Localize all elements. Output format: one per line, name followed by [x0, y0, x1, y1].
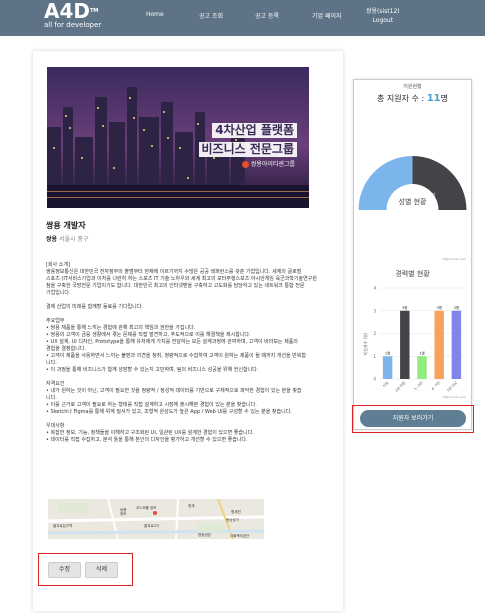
job-description: [회사 소개] 쌍용정보통신은 대한민국 전자정부의 출범부터 현재에 이르기까… — [46, 262, 334, 444]
y-axis-label: 지원자수 (명) — [362, 332, 368, 355]
y-tick-label: 1 — [373, 354, 376, 359]
intro-closing: 결제 산업의 미래를 함께할 동료를 기다립니다. — [46, 304, 143, 310]
edit-button[interactable]: 수정 — [48, 562, 81, 578]
career-bar[interactable] — [451, 310, 462, 379]
map-label: 동승상가 — [226, 517, 240, 522]
gender-label-female: 여자 — [428, 191, 436, 197]
total-prefix: 총 지원자 수 : — [377, 94, 427, 103]
intro-line: 쌍용정보통신은 대한민국 전자정부의 출범부터 현재에 이르기까지 수많은 공공… — [46, 269, 302, 275]
map-label: 을지로3가 — [144, 523, 160, 528]
logo-tagline: all for developer — [44, 21, 102, 29]
career-bar[interactable] — [400, 310, 410, 379]
hero-brand-text: 쌍용아이티센그룹 — [250, 161, 295, 168]
qual-item: • Sketch나 Figma를 통해 위계 질서가 있고, 조형적 완성도가 … — [46, 409, 292, 415]
duty-item: 니다. — [46, 360, 57, 366]
hero-line2: 비즈니스 전문그룹 — [198, 142, 297, 157]
duty-item: • 고객이 제품을 사용하면서 느끼는 불편과 의견을 청취, 정량적으로 수집… — [46, 353, 306, 359]
career-bar[interactable] — [417, 356, 427, 379]
user-name: 쌍용(sist12) — [366, 8, 400, 15]
duty-item: • 쌍용 제품을 통해 느끼는 경험에 관해 최고의 책임과 권한을 가집니다. — [46, 325, 196, 331]
map-graphic: 쌍용 정보 코스모폴 정보 을지로3가 을지로입구역 청계 청계천 동승상가 명… — [48, 499, 264, 539]
nav-company-page[interactable]: 기업 페이지 — [312, 11, 342, 20]
hero-line1: 4차산업 플랫폼 — [212, 123, 297, 138]
duty-item: • 쌍용의 고객이 금융 생활에서 겪는 문제를 직접 발견하고, 주도적으로 … — [46, 332, 251, 338]
x-tick-label: 신입 — [381, 380, 389, 388]
bar-value-label: 1명 — [419, 350, 424, 355]
logo-text: A4D — [44, 0, 90, 23]
total-count: 11 — [426, 93, 441, 104]
stats-label: 지원현황 — [403, 84, 422, 90]
map-label: 청계 — [188, 503, 194, 508]
map-label: 청계천 — [231, 509, 241, 514]
intro-line: 스포츠 (IT서비스기업과 이처를 나란히 하는 스포츠 IT 기술 노하우와 … — [46, 276, 317, 282]
company-location: 서울시 중구 — [58, 236, 89, 243]
qual-item: 니다. — [46, 395, 57, 401]
qual-item: • 이를 근거로 고객이 필요로 하는 형태를 직접 설계하고 시장에 출시해본… — [46, 402, 257, 408]
pref-item: • 데이터를 직접 수집하고, 분석 툴을 통해 본인의 디자인을 평가하고 개… — [46, 437, 248, 443]
duty-item: • UX 설계, UI 디자인, Prototype을 통해 유저에게 가치를 … — [46, 339, 298, 345]
job-title: 쌍용 개발자 — [46, 221, 86, 230]
map-label: 을지로입구역 — [53, 523, 72, 528]
view-applicants-button[interactable]: 지원자 보러가기 — [360, 410, 466, 427]
user-box: 쌍용(sist12) Logout — [366, 7, 400, 25]
site-logo[interactable]: A4DTM all for developer — [44, 0, 101, 29]
nav-job-search[interactable]: 공고 조회 — [199, 11, 223, 20]
career-bar[interactable] — [434, 310, 444, 379]
intro-line: 참을 구축한 국방전문 기업이기도 합니다. 대한민국 최고의 인터넷맨을 구축… — [46, 283, 305, 289]
career-chart-title: 경력별 현황 — [395, 269, 430, 278]
pref-heading: 우대사항 — [46, 423, 65, 429]
career-chart: 경력별 현황 지원자수 (명) 0 1 2 3 4 1명신입 3명 1년 미만 1명 1~3년 3명… — [362, 269, 466, 399]
duty-item: • 이 과정을 통해 비즈니스가 함께 성장할 수 있는지 고민하며, 팀의 비… — [46, 367, 259, 373]
y-tick-label: 0 — [373, 377, 376, 382]
bar-value-label: 1명 — [385, 350, 390, 355]
qual-heading: 자격요건 — [46, 381, 65, 387]
bar-value-label: 3명 — [402, 305, 407, 310]
applicant-total: 총 지원자 수 : 11명 — [353, 93, 472, 104]
career-chart-credit: Highcharts.com — [442, 395, 466, 399]
hero-caption: 4차산업 플랫폼 비즈니스 전문그룹 — [198, 119, 297, 157]
hero-banner: 4차산업 플랫폼 비즈니스 전문그룹 쌍용아이티센그룹 — [47, 67, 309, 208]
y-tick-label: 3 — [373, 308, 376, 313]
delete-button[interactable]: 삭제 — [85, 562, 118, 578]
intro-heading: [회사 소개] — [46, 262, 70, 268]
x-tick-label: 1년 미만 — [394, 380, 407, 393]
y-tick-label: 2 — [373, 331, 376, 336]
bar-value-label: 3명 — [454, 305, 459, 310]
total-suffix: 명 — [440, 94, 448, 103]
gender-chart-credit: Highcharts.com — [442, 257, 466, 261]
x-tick-label: 7년 이상 — [445, 380, 458, 393]
gender-chart-title: 성별 현황 — [399, 197, 428, 206]
nav-home[interactable]: Home — [146, 11, 164, 18]
x-tick-label: 4~7년 — [430, 380, 441, 391]
brand-dot-icon — [241, 161, 249, 168]
company-line: 쌍용 서울시 중구 — [46, 234, 88, 243]
company-name: 쌍용 — [46, 236, 58, 243]
hero-brand: 쌍용아이티센그룹 — [241, 159, 295, 168]
x-tick-label: 1~3년 — [413, 380, 424, 391]
map-label: 코스모폴 정보 — [136, 505, 157, 510]
career-bar[interactable] — [382, 356, 393, 379]
map-pin-icon — [153, 511, 157, 515]
pref-item: • 복잡한 정보, 기능, 정책들을 이해하고 구조화된 UI, 일관된 UX를… — [46, 430, 254, 436]
bar-value-label: 3명 — [436, 305, 441, 310]
duty-item: 경험을 결정합니다. — [46, 346, 86, 352]
gender-chart: 남자 여자 성별 현황 Highcharts.com — [358, 156, 467, 261]
map-label: 명동성당 — [198, 532, 212, 537]
gender-label-male: 남자 — [408, 190, 416, 196]
top-navbar: A4DTM all for developer Home 공고 조회 공고 등록… — [0, 0, 485, 36]
qual-item: • 내가 원하는 것이 아닌, 고객이 필요한 것을 정량적 / 정성적 데이터… — [46, 388, 302, 394]
intro-line: 기업입니다. — [46, 290, 71, 296]
logout-link[interactable]: Logout — [366, 16, 400, 25]
nav-job-post[interactable]: 공고 등록 — [255, 11, 279, 20]
location-map[interactable]: 쌍용 정보 코스모폴 정보 을지로3가 을지로입구역 청계 청계천 동승상가 명… — [48, 499, 264, 539]
map-label: 정보 — [120, 511, 127, 516]
map-label: 사회복지공단 — [230, 533, 250, 538]
y-tick-label: 4 — [373, 286, 376, 291]
logo-tm: TM — [90, 8, 99, 14]
duties-heading: 주요업무 — [46, 318, 65, 324]
